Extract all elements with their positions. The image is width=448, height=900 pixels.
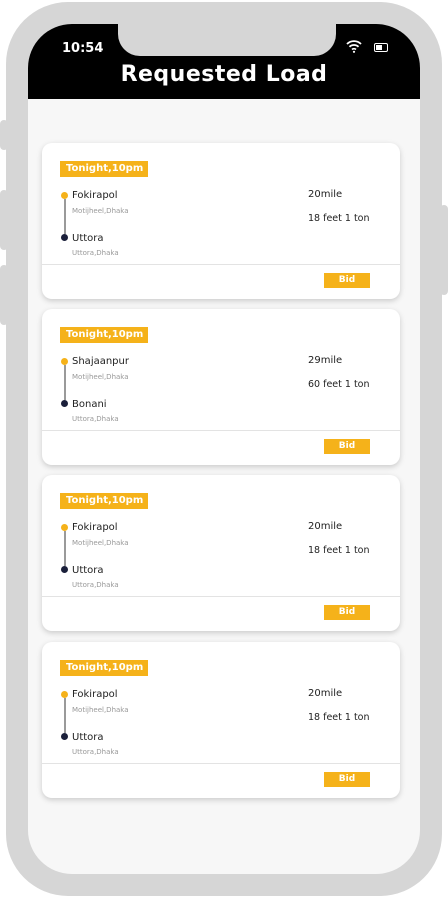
volume-up-button [0,190,8,250]
destination-area: Uttora,Dhaka [72,415,119,423]
notch [118,24,336,56]
distance: 20mile [308,521,343,532]
origin-dot-icon [61,358,68,365]
route-line [64,531,66,566]
bid-button[interactable]: Bid [324,772,370,787]
card-divider [42,763,400,764]
destination-area: Uttora,Dhaka [72,581,119,589]
origin-dot-icon [61,691,68,698]
origin-area: Motijheel,Dhaka [72,207,129,215]
bid-button[interactable]: Bid [324,605,370,620]
mute-switch [0,120,8,150]
origin-name: Shajaanpur [72,356,129,367]
destination-name: Uttora [72,565,104,576]
destination-name: Uttora [72,732,104,743]
origin-name: Fokirapol [72,522,118,533]
card-divider [42,264,400,265]
origin-name: Fokirapol [72,190,118,201]
bid-button[interactable]: Bid [324,273,370,288]
load-size: 18 feet 1 ton [308,213,370,224]
destination-dot-icon [61,733,68,740]
load-size: 18 feet 1 ton [308,712,370,723]
app-header: 10:54 Requested Load [28,24,420,99]
time-tag: Tonight,10pm [60,327,148,343]
time-tag: Tonight,10pm [60,660,148,676]
battery-icon [374,43,388,52]
origin-area: Motijheel,Dhaka [72,539,129,547]
bid-button[interactable]: Bid [324,439,370,454]
card-divider [42,430,400,431]
load-card[interactable]: Tonight,10pm Fokirapol Motijheel,Dhaka U… [42,143,400,299]
route-line [64,698,66,733]
status-time: 10:54 [62,41,104,56]
destination-name: Uttora [72,233,104,244]
origin-area: Motijheel,Dhaka [72,706,129,714]
power-button [440,205,448,295]
distance: 20mile [308,189,343,200]
load-size: 60 feet 1 ton [308,379,370,390]
destination-dot-icon [61,566,68,573]
distance: 29mile [308,355,343,366]
time-tag: Tonight,10pm [60,493,148,509]
destination-name: Bonani [72,399,107,410]
origin-dot-icon [61,524,68,531]
route-line [64,199,66,234]
load-card[interactable]: Tonight,10pm Fokirapol Motijheel,Dhaka U… [42,475,400,631]
destination-area: Uttora,Dhaka [72,748,119,756]
app-screen: 10:54 Requested Load Tonight,10pm Fokira… [28,24,420,874]
destination-dot-icon [61,400,68,407]
origin-name: Fokirapol [72,689,118,700]
volume-down-button [0,265,8,325]
origin-area: Motijheel,Dhaka [72,373,129,381]
page-title: Requested Load [120,62,328,87]
destination-area: Uttora,Dhaka [72,249,119,257]
load-size: 18 feet 1 ton [308,545,370,556]
time-tag: Tonight,10pm [60,161,148,177]
load-card[interactable]: Tonight,10pm Shajaanpur Motijheel,Dhaka … [42,309,400,465]
origin-dot-icon [61,192,68,199]
load-card[interactable]: Tonight,10pm Fokirapol Motijheel,Dhaka U… [42,642,400,798]
wifi-icon [346,40,362,53]
card-divider [42,596,400,597]
destination-dot-icon [61,234,68,241]
distance: 20mile [308,688,343,699]
route-line [64,365,66,400]
